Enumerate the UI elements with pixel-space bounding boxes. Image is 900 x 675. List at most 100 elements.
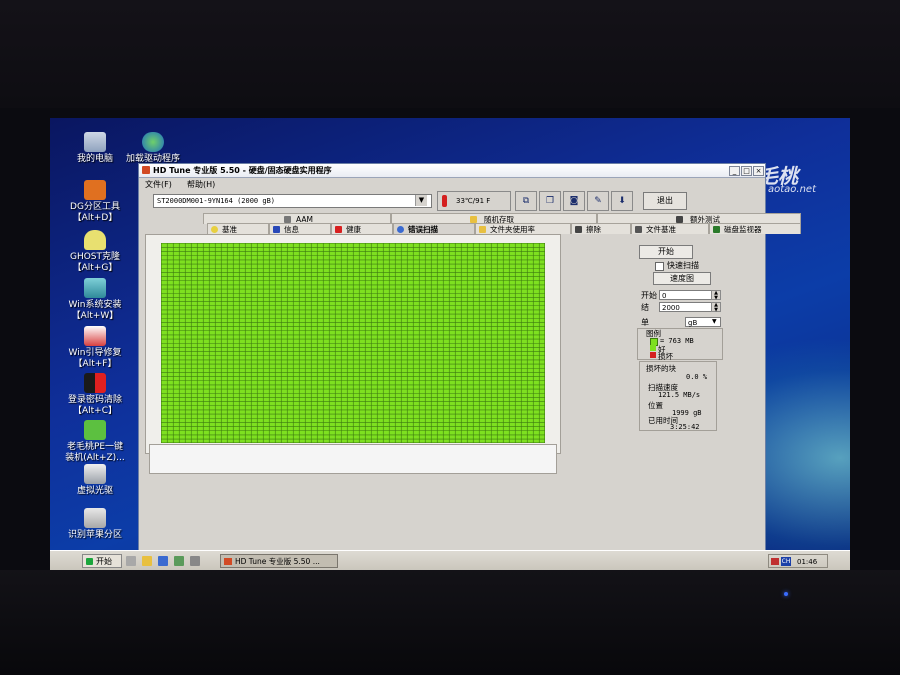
scan-block-map [161,243,545,443]
desktop-icon-boot-repair[interactable]: Win引导修复 【Alt+F】 [50,326,140,370]
camera-icon: ◙ [569,196,579,206]
brand-site: aotao.net [768,184,817,195]
tab-folder-usage[interactable]: 文件夹使用率 [475,223,571,234]
desktop-icon-dg-partition[interactable]: DG分区工具 【Alt+D】 [50,180,140,224]
monitor-bezel-top [0,0,900,108]
position-label: 位置 [648,401,663,410]
random-access-icon [470,216,477,223]
app-icon [142,166,150,174]
start-spinner[interactable]: ▲ ▼ [711,290,721,301]
tab-file-benchmark[interactable]: 文件基准 [631,223,709,234]
health-icon [335,226,342,233]
erase-icon [575,226,582,233]
tab-info[interactable]: 信息 [269,223,331,234]
one-click-install-icon [84,420,106,440]
start-field-label: 开始 [641,291,657,300]
copy-text-button[interactable]: ⧉ [515,191,537,211]
exit-button[interactable]: 退出 [643,192,687,210]
scan-speed-value: 121.5 MB/s [658,391,701,399]
desktop-icon-one-click-install[interactable]: 老毛桃PE一键 装机(Alt+Z)... [50,420,140,464]
start-button[interactable]: 开始 [82,554,122,568]
legend-group: 图例 = 763 MB 好 损坏 [637,328,723,361]
monitor-bezel-bottom [0,570,900,675]
speaker-icon [284,216,291,223]
end-spinner[interactable]: ▲ ▼ [711,302,721,313]
scan-map-panel [145,234,561,454]
installer-icon [84,278,106,298]
options-button[interactable]: ✎ [587,191,609,211]
menu-file[interactable]: 文件(F) [145,179,172,190]
power-led [784,592,788,596]
taskbar: 开始 HD Tune 专业版 5.50 ... CH 01:46 [50,550,850,570]
unit-chevron-down-icon[interactable]: ▼ [712,318,717,325]
tab-benchmark[interactable]: 基准 [207,223,269,234]
desktop-icon-apple-partition[interactable]: 识别苹果分区 [50,508,140,541]
taskbar-item-hdtune[interactable]: HD Tune 专业版 5.50 ... [220,554,338,568]
bad-blocks-label: 损坏的块 [646,364,676,373]
quicklaunch-network-icon[interactable] [158,556,168,566]
maximize-button[interactable]: □ [741,166,752,176]
globe-icon [142,132,164,152]
start-input[interactable]: 0 [659,290,719,300]
quicklaunch-settings-icon[interactable] [190,556,200,566]
start-logo-icon [86,558,93,565]
copy-icon: ⧉ [522,196,530,206]
title-bar[interactable]: HD Tune 专业版 5.50 - 硬盘/固态硬盘实用程序 _ □ × [139,164,765,178]
benchmark-icon [211,226,218,233]
desktop-icon-load-drivers[interactable]: 加载驱动程序 [108,132,198,165]
tray-monitor-icon[interactable] [771,558,779,565]
clock: 01:46 [797,558,818,566]
folder-usage-icon [479,226,486,233]
start-scan-button[interactable]: 开始 [639,245,693,259]
window-title: HD Tune 专业版 5.50 - 硬盘/固态硬盘实用程序 [153,166,332,175]
ime-indicator[interactable]: CH [781,557,791,566]
menu-help[interactable]: 帮助(H) [187,179,215,190]
apple-partition-icon [84,508,106,528]
save-button[interactable]: ⬇ [611,191,633,211]
info-icon [273,226,280,233]
speed-map-button[interactable]: 速度图 [653,272,711,285]
temperature-value: 33℃/91 F [456,197,491,205]
quicklaunch-folder-icon[interactable] [142,556,152,566]
desktop-icon-win-install[interactable]: Win系统安装 【Alt+W】 [50,278,140,322]
tab-erase[interactable]: 擦除 [571,223,631,234]
desktop-icon-virtual-drive[interactable]: 虚拟光驱 [50,464,140,497]
drive-select[interactable]: ST2000DM001-9YN164 (2000 gB) [153,194,432,208]
copy-all-icon: ❐ [545,196,555,206]
error-scan-icon [397,226,404,233]
menu-bar: 文件(F) 帮助(H) [139,178,765,189]
hdtune-task-icon [224,558,232,565]
unit-label: 单 [641,318,649,327]
temperature-display: 33℃/91 F [437,191,511,211]
scan-log-area [149,444,557,474]
virtual-drive-icon [84,464,106,484]
stats-group: 损坏的块 0.0 % 扫描速度 121.5 MB/s 位置 1999 gB 已用… [639,361,717,431]
extra-tests-icon [676,216,683,223]
system-tray: CH 01:46 [768,554,828,568]
minimize-button[interactable]: _ [729,166,740,176]
elapsed-time-value: 3:25:42 [670,423,700,431]
quick-scan-checkbox[interactable] [655,262,664,271]
computer-icon [84,132,106,152]
tab-health[interactable]: 健康 [331,223,393,234]
disk-monitor-icon [713,226,720,233]
end-field-label: 结 [641,303,649,312]
tab-disk-monitor[interactable]: 磁盘监视器 [709,223,801,234]
end-input[interactable]: 2000 [659,302,719,312]
quicklaunch-tool-icon[interactable] [174,556,184,566]
copy-all-button[interactable]: ❐ [539,191,561,211]
close-button[interactable]: × [753,166,764,176]
ghost-icon [84,230,106,250]
screenshot-button[interactable]: ◙ [563,191,585,211]
legend-bad-swatch [650,352,656,358]
legend-good-swatch [650,345,656,351]
desktop-icon-password-clear[interactable]: 登录密码清除 【Alt+C】 [50,373,140,417]
file-benchmark-icon [635,226,642,233]
thermometer-icon [442,195,447,207]
desktop-icon-ghost[interactable]: GHOST克隆 【Alt+G】 [50,230,140,274]
chevron-down-icon[interactable]: ▼ [415,195,427,206]
password-clear-icon [84,373,106,393]
tab-error-scan[interactable]: 错误扫描 [393,223,475,234]
quicklaunch-computer-icon[interactable] [126,556,136,566]
boot-repair-icon [84,326,106,346]
